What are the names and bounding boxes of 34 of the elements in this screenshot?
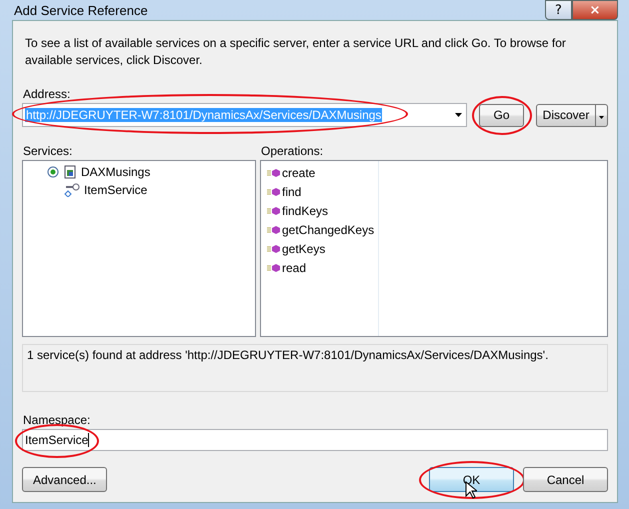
help-button[interactable]: ? — [545, 0, 572, 20]
dialog-button[interactable]: Cancel — [523, 467, 608, 492]
method-icon — [267, 206, 281, 216]
discover-menu-button[interactable] — [596, 104, 608, 126]
discover-button[interactable]: Discover — [536, 104, 596, 126]
operation-item[interactable]: find — [267, 182, 374, 201]
go-button[interactable]: Go — [479, 104, 524, 126]
address-value: http://JDEGRUYTER-W7:8101/DynamicsAx/Services/DAXMusings — [25, 108, 382, 122]
operation-item[interactable]: create — [267, 163, 374, 182]
method-icon — [267, 168, 281, 178]
instructions-text: To see a list of available services on a specific server, enter a service URL and click Go. To browse for available services, click Discover. — [25, 35, 567, 69]
dialog-button[interactable]: Advanced... — [22, 467, 107, 492]
method-icon — [267, 244, 281, 254]
tree-item[interactable]: DAXMusings — [23, 163, 255, 181]
operation-item[interactable]: read — [267, 258, 374, 277]
caret-icon — [599, 116, 604, 119]
tree-item[interactable]: ItemService — [23, 181, 255, 199]
service-icon — [63, 165, 77, 179]
method-icon — [267, 186, 281, 196]
method-icon — [267, 262, 281, 272]
window-title: Add Service Reference — [13, 2, 148, 18]
dropdown-arrow-icon[interactable] — [455, 113, 462, 117]
namespace-field[interactable]: ItemService — [22, 429, 608, 451]
services-label: Services: — [23, 144, 74, 158]
endpoint-icon — [64, 183, 80, 197]
operation-item[interactable]: findKeys — [267, 201, 374, 220]
operation-item[interactable]: getChangedKeys — [267, 220, 374, 239]
status-text: 1 service(s) found at address 'http://JDEGRUYTER-W7:8101/DynamicsAx/Services/DAXMusings'. — [22, 344, 608, 392]
operations-label: Operations: — [261, 144, 324, 158]
operation-item[interactable]: getKeys — [267, 239, 374, 258]
method-icon — [267, 224, 281, 234]
namespace-label: Namespace: — [23, 413, 92, 427]
status-dot-icon — [47, 166, 59, 178]
address-label: Address: — [23, 87, 72, 101]
